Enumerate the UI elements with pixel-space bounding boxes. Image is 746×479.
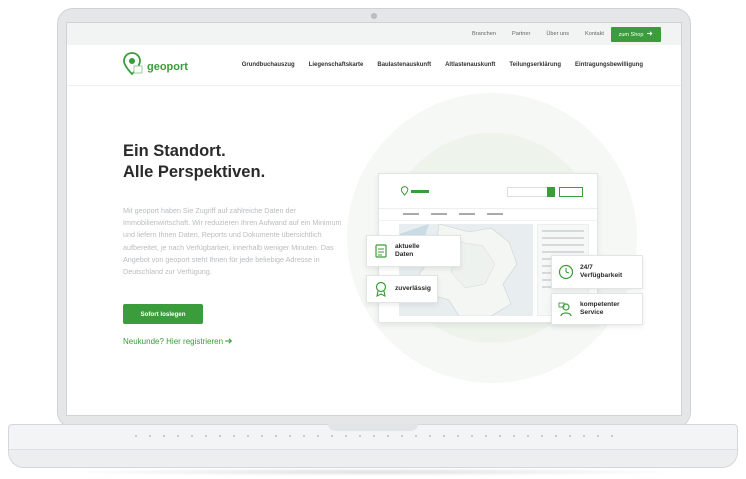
mockup-search	[507, 187, 549, 197]
shop-button[interactable]: zum Shop	[611, 27, 661, 42]
feature-availability-line1: 24/7	[580, 263, 593, 271]
hero-headline-line2: Alle Perspektiven.	[123, 163, 266, 181]
screen: Branchen Partner Über uns Kontakt zum Sh…	[66, 22, 682, 416]
camera	[371, 13, 377, 19]
topnav-item-branchen[interactable]: Branchen	[472, 31, 496, 37]
hero-description: Mit geoport haben Sie Zugriff auf zahlre…	[123, 206, 342, 277]
top-bar: Branchen Partner Über uns Kontakt zum Sh…	[67, 23, 681, 45]
laptop-notch	[328, 424, 418, 431]
laptop-shadow	[60, 468, 686, 476]
support-icon	[558, 301, 574, 317]
topnav-item-partner[interactable]: Partner	[512, 31, 530, 37]
feature-reliable-label: zuverlässig	[395, 284, 431, 292]
logo-pin-icon	[123, 52, 143, 81]
start-now-button[interactable]: Sofort loslegen	[123, 304, 203, 324]
feature-service-label: kompetenter Service	[580, 301, 620, 318]
feature-service-line1: kompetenter	[580, 300, 620, 308]
feature-current-data-line1: aktuelle	[395, 242, 420, 250]
register-link[interactable]: Neukunde? Hier registrieren	[123, 337, 233, 346]
feature-card-current-data: aktuelle Daten	[366, 235, 461, 267]
shop-button-label: zum Shop	[618, 31, 644, 38]
nav-liegenschaftskarte[interactable]: Liegenschaftskarte	[309, 62, 364, 68]
nav-grundbuchauszug[interactable]: Grundbuchauszug	[242, 62, 295, 68]
top-nav: Branchen Partner Über uns Kontakt	[472, 23, 627, 45]
feature-current-data-label: aktuelle Daten	[395, 243, 420, 260]
mockup-shop-button	[559, 187, 583, 197]
nav-eintragungsbewilligung[interactable]: Eintragungsbewilligung	[575, 62, 643, 68]
logo-text: geoport	[147, 60, 188, 73]
clock-24-icon	[558, 264, 574, 280]
main-menu: Grundbuchauszug Liegenschaftskarte Baula…	[242, 45, 643, 85]
mockup-nav-item	[431, 213, 447, 215]
feature-card-availability: 24/7 Verfügbarkeit	[551, 255, 643, 289]
arrow-right-icon	[225, 337, 233, 346]
feature-service-line2: Service	[580, 309, 604, 316]
nav-altlastenauskunft[interactable]: Altlastenauskunft	[445, 62, 495, 68]
feature-availability-label: 24/7 Verfügbarkeit	[580, 264, 622, 281]
register-link-label: Neukunde? Hier registrieren	[123, 337, 224, 346]
feature-card-service: kompetenter Service	[551, 293, 643, 325]
feature-current-data-line2: Daten	[395, 251, 414, 258]
feature-availability-line2: Verfügbarkeit	[580, 272, 623, 279]
mockup-search-button	[547, 187, 555, 197]
laptop-base	[8, 424, 738, 468]
nav-baulastenauskunft[interactable]: Baulastenauskunft	[377, 62, 431, 68]
mockup-header	[379, 174, 597, 209]
arrow-right-icon	[647, 31, 653, 38]
laptop-lid: Branchen Partner Über uns Kontakt zum Sh…	[57, 8, 691, 428]
logo[interactable]: geoport	[123, 52, 188, 81]
laptop-base-top	[9, 424, 737, 450]
keyboard-grille	[129, 433, 619, 441]
mockup-nav-item	[403, 213, 419, 215]
hero-headline-line1: Ein Standort.	[123, 142, 226, 160]
mockup-nav	[379, 210, 597, 221]
mockup-logo	[401, 186, 429, 196]
topnav-item-about[interactable]: Über uns	[546, 31, 569, 37]
feature-card-reliable: zuverlässig	[366, 275, 438, 303]
mockup-nav-item	[487, 213, 503, 215]
main-nav: geoport Grundbuchauszug Liegenschaftskar…	[67, 45, 681, 86]
document-icon	[373, 243, 389, 259]
nav-teilungserklaerung[interactable]: Teilungserklärung	[509, 62, 561, 68]
mockup-nav-item	[459, 213, 475, 215]
award-icon	[373, 281, 389, 297]
hero-headline: Ein Standort. Alle Perspektiven.	[123, 141, 265, 183]
topnav-item-contact[interactable]: Kontakt	[585, 31, 604, 37]
